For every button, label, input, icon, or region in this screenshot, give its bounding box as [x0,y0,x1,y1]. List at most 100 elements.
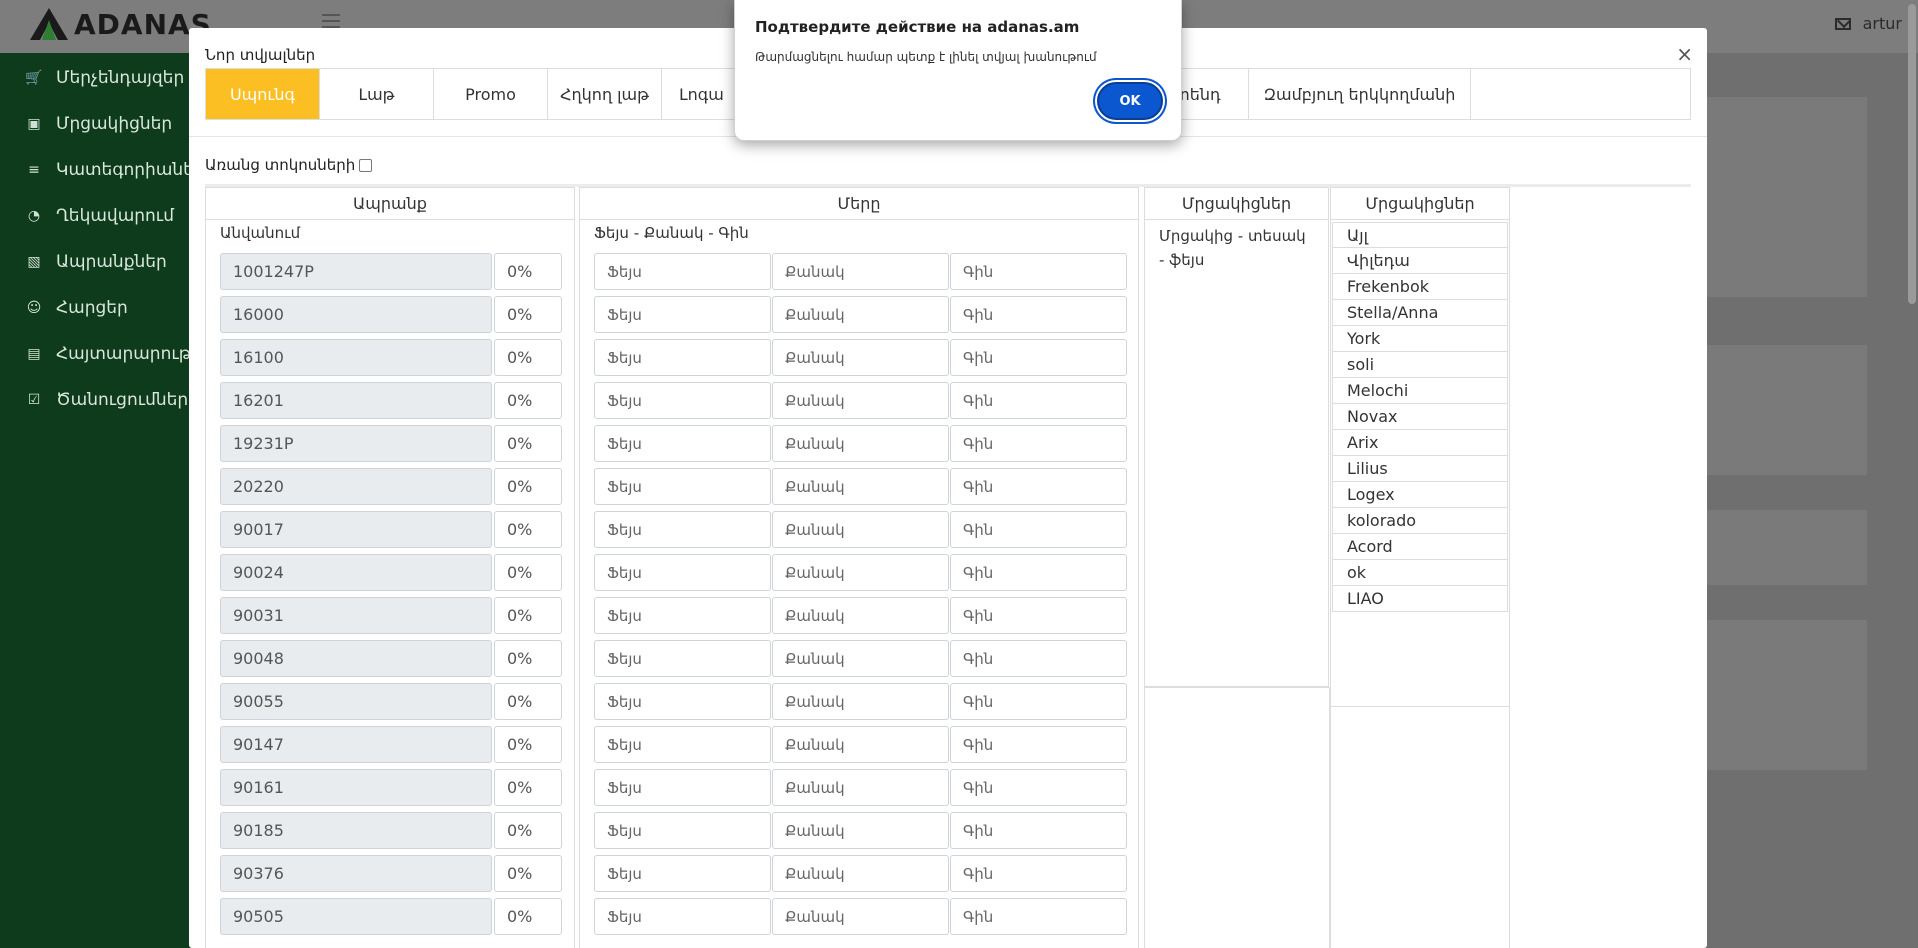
quantity-input[interactable]: Քանակ [772,855,949,892]
price-input[interactable]: Գին [950,597,1127,634]
face-input[interactable]: Ֆեյս [594,511,771,548]
face-input[interactable]: Ֆեյս [594,726,771,763]
product-percent-field[interactable]: 0% [494,253,562,290]
page-scrollbar[interactable] [1908,4,1916,304]
product-percent-field[interactable]: 0% [494,296,562,333]
product-percent-field[interactable]: 0% [494,339,562,376]
quantity-input[interactable]: Քանակ [772,382,949,419]
competitor-list-item[interactable]: Stella/Anna [1332,300,1508,326]
product-percent-field[interactable]: 0% [494,382,562,419]
face-input[interactable]: Ֆեյս [594,855,771,892]
product-percent-field[interactable]: 0% [494,468,562,505]
mail-icon[interactable] [1834,17,1851,30]
price-input[interactable]: Գին [950,855,1127,892]
quantity-input[interactable]: Քանակ [772,339,949,376]
sidebar-item[interactable]: ▤ Հայտարարություններ [0,331,200,377]
sidebar-item[interactable]: ☑ Ծանուցումներ [0,377,200,423]
face-input[interactable]: Ֆեյս [594,382,771,419]
quantity-input[interactable]: Քանակ [772,253,949,290]
quantity-input[interactable]: Քանակ [772,683,949,720]
tab-0[interactable]: Սպունգ [206,69,320,119]
sidebar-item[interactable]: ▧ Ապրանքներ [0,239,200,285]
quantity-input[interactable]: Քանակ [772,296,949,333]
tab-4[interactable]: Լոգա [662,69,742,119]
quantity-input[interactable]: Քանակ [772,468,949,505]
face-input[interactable]: Ֆեյս [594,769,771,806]
price-input[interactable]: Գին [950,425,1127,462]
face-input[interactable]: Ֆեյս [594,640,771,677]
product-percent-field[interactable]: 0% [494,898,562,935]
face-input[interactable]: Ֆեյս [594,339,771,376]
price-input[interactable]: Գին [950,296,1127,333]
price-input[interactable]: Գին [950,898,1127,935]
face-input[interactable]: Ֆեյս [594,597,771,634]
competitor-list-item[interactable]: Arix [1332,430,1508,456]
product-percent-field[interactable]: 0% [494,855,562,892]
price-input[interactable]: Գին [950,253,1127,290]
quantity-input[interactable]: Քանակ [772,726,949,763]
price-input[interactable]: Գին [950,812,1127,849]
face-input[interactable]: Ֆեյս [594,425,771,462]
sidebar-item[interactable]: 🛒 Մերչենդայզեր [0,55,200,101]
price-input[interactable]: Գին [950,640,1127,677]
competitor-list-item[interactable]: Novax [1332,404,1508,430]
quantity-input[interactable]: Քանակ [772,554,949,591]
face-input[interactable]: Ֆեյս [594,253,771,290]
price-input[interactable]: Գին [950,769,1127,806]
product-percent-field[interactable]: 0% [494,640,562,677]
menu-toggle-icon[interactable] [322,14,340,28]
product-percent-field[interactable]: 0% [494,554,562,591]
tab-1[interactable]: Լաթ [320,69,434,119]
face-input[interactable]: Ֆեյս [594,683,771,720]
product-percent-field[interactable]: 0% [494,597,562,634]
no-dots-checkbox[interactable] [359,158,373,172]
quantity-input[interactable]: Քանակ [772,597,949,634]
product-percent-field[interactable]: 0% [494,425,562,462]
close-icon[interactable]: × [1676,42,1693,66]
competitor-list-item[interactable]: Melochi [1332,378,1508,404]
sidebar-item[interactable]: ≡ Կատեգորիաներ [0,147,200,193]
face-input[interactable]: Ֆեյս [594,468,771,505]
product-percent-field[interactable]: 0% [494,812,562,849]
face-input[interactable]: Ֆեյս [594,898,771,935]
tab-9[interactable]: Զամբյուղ երկկողմանի [1249,69,1471,119]
sidebar-item[interactable]: ▣ Մրցակիցներ [0,101,200,147]
competitor-list-item[interactable]: Վիլեդա [1332,248,1508,274]
product-percent-field[interactable]: 0% [494,683,562,720]
price-input[interactable]: Գին [950,339,1127,376]
tab-3[interactable]: Հղկող լաթ [548,69,662,119]
product-percent-field[interactable]: 0% [494,769,562,806]
quantity-input[interactable]: Քանակ [772,769,949,806]
face-input[interactable]: Ֆեյս [594,554,771,591]
competitor-list-item[interactable]: Frekenbok [1332,274,1508,300]
competitor-list-item[interactable]: Lilius [1332,456,1508,482]
quantity-input[interactable]: Քանակ [772,898,949,935]
competitor-list-item[interactable]: ok [1332,560,1508,586]
face-input[interactable]: Ֆեյս [594,296,771,333]
user-area[interactable]: artur [1834,14,1902,33]
product-percent-field[interactable]: 0% [494,511,562,548]
quantity-input[interactable]: Քանակ [772,640,949,677]
quantity-input[interactable]: Քանակ [772,812,949,849]
price-input[interactable]: Գին [950,726,1127,763]
price-input[interactable]: Գին [950,683,1127,720]
competitor-list-item[interactable]: soli [1332,352,1508,378]
no-dots-option[interactable]: Առանց տոկոսների [205,156,373,174]
competitor-list-item[interactable]: Acord [1332,534,1508,560]
tab-2[interactable]: Promo [434,69,548,119]
product-percent-field[interactable]: 0% [494,726,562,763]
price-input[interactable]: Գին [950,468,1127,505]
competitor-list-item[interactable]: kolorado [1332,508,1508,534]
sidebar-item[interactable]: ◔ Ղեկավարում [0,193,200,239]
quantity-input[interactable]: Քանակ [772,511,949,548]
brand-logo[interactable]: ADANAS [28,6,212,42]
competitor-list-item[interactable]: Այլ [1332,222,1508,248]
price-input[interactable]: Գին [950,511,1127,548]
competitor-list-item[interactable]: Logex [1332,482,1508,508]
username[interactable]: artur [1863,14,1902,33]
sidebar-item[interactable]: ☺ Հարցեր [0,285,200,331]
ok-button[interactable]: OK [1097,82,1163,120]
competitor-list-item[interactable]: LIAO [1332,586,1508,612]
price-input[interactable]: Գին [950,382,1127,419]
face-input[interactable]: Ֆեյս [594,812,771,849]
